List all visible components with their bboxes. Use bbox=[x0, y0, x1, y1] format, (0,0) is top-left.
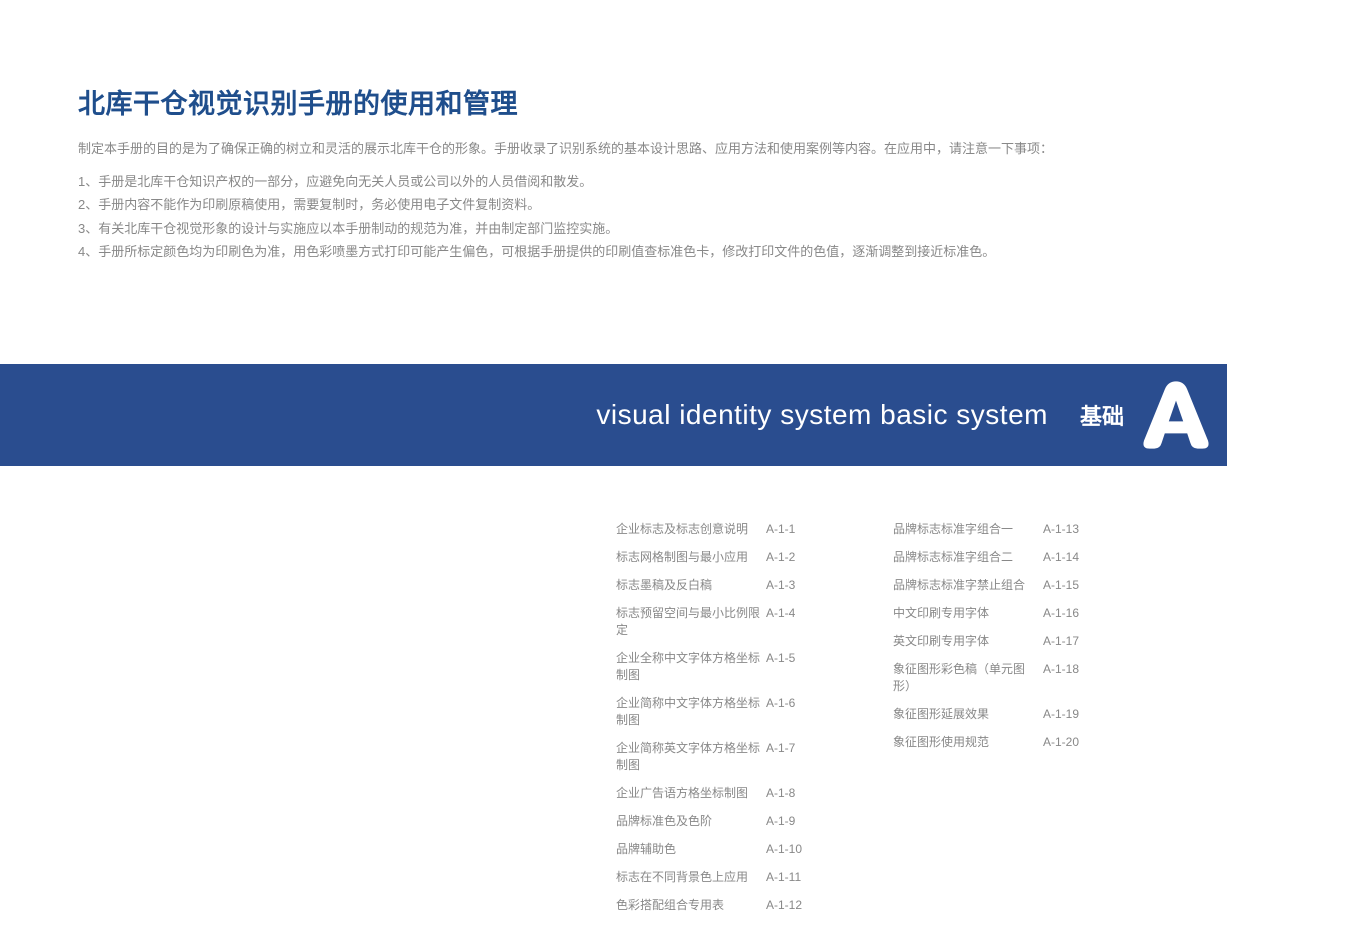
toc-label: 品牌标志标准字禁止组合 bbox=[893, 576, 1043, 593]
toc-column-2: 品牌标志标准字组合一A-1-13品牌标志标准字组合二A-1-14品牌标志标准字禁… bbox=[893, 520, 1098, 913]
toc-code: A-1-1 bbox=[766, 522, 821, 536]
toc-code: A-1-19 bbox=[1043, 707, 1098, 721]
toc-row: 品牌辅助色A-1-10 bbox=[616, 840, 821, 857]
toc-row: 标志在不同背景色上应用A-1-11 bbox=[616, 868, 821, 885]
toc-code: A-1-4 bbox=[766, 606, 821, 620]
toc-label: 中文印刷专用字体 bbox=[893, 604, 1043, 621]
toc-label: 标志墨稿及反白稿 bbox=[616, 576, 766, 593]
toc-label: 标志网格制图与最小应用 bbox=[616, 548, 766, 565]
toc-row: 标志墨稿及反白稿A-1-3 bbox=[616, 576, 821, 593]
toc-code: A-1-20 bbox=[1043, 735, 1098, 749]
toc-label: 企业全称中文字体方格坐标制图 bbox=[616, 649, 766, 683]
toc-label: 品牌标准色及色阶 bbox=[616, 812, 766, 829]
toc-label: 英文印刷专用字体 bbox=[893, 632, 1043, 649]
toc-code: A-1-17 bbox=[1043, 634, 1098, 648]
toc-label: 标志在不同背景色上应用 bbox=[616, 868, 766, 885]
toc-label: 企业简称中文字体方格坐标制图 bbox=[616, 694, 766, 728]
toc-label: 象征图形彩色稿（单元图形） bbox=[893, 660, 1043, 694]
toc-row: 象征图形延展效果A-1-19 bbox=[893, 705, 1098, 722]
toc-code: A-1-14 bbox=[1043, 550, 1098, 564]
header-section: 北库干仓视觉识别手册的使用和管理 制定本手册的目的是为了确保正确的树立和灵活的展… bbox=[0, 0, 1366, 263]
page-title: 北库干仓视觉识别手册的使用和管理 bbox=[78, 82, 1288, 121]
rule-item: 2、手册内容不能作为印刷原稿使用，需要复制时，务必使用电子文件复制资料。 bbox=[78, 193, 1288, 216]
toc-row: 企业广告语方格坐标制图A-1-8 bbox=[616, 784, 821, 801]
toc-row: 象征图形彩色稿（单元图形）A-1-18 bbox=[893, 660, 1098, 694]
intro-text: 制定本手册的目的是为了确保正确的树立和灵活的展示北库干仓的形象。手册收录了识别系… bbox=[78, 139, 1288, 160]
toc-code: A-1-13 bbox=[1043, 522, 1098, 536]
toc-row: 色彩搭配组合专用表A-1-12 bbox=[616, 896, 821, 913]
rules-list: 1、手册是北库干仓知识产权的一部分，应避免向无关人员或公司以外的人员借阅和散发。… bbox=[78, 170, 1288, 264]
toc-code: A-1-12 bbox=[766, 898, 821, 912]
rule-item: 1、手册是北库干仓知识产权的一部分，应避免向无关人员或公司以外的人员借阅和散发。 bbox=[78, 170, 1288, 193]
toc-label: 企业广告语方格坐标制图 bbox=[616, 784, 766, 801]
toc-code: A-1-10 bbox=[766, 842, 821, 856]
toc-label: 标志预留空间与最小比例限定 bbox=[616, 604, 766, 638]
rule-item: 3、有关北库干仓视觉形象的设计与实施应以本手册制动的规范为准，并由制定部门监控实… bbox=[78, 217, 1288, 240]
rule-item: 4、手册所标定颜色均为印刷色为准，用色彩喷墨方式打印可能产生偏色，可根据手册提供… bbox=[78, 240, 1288, 263]
toc-code: A-1-6 bbox=[766, 696, 821, 710]
toc-label: 色彩搭配组合专用表 bbox=[616, 896, 766, 913]
toc-row: 品牌标志标准字组合一A-1-13 bbox=[893, 520, 1098, 537]
toc-row: 象征图形使用规范A-1-20 bbox=[893, 733, 1098, 750]
toc-label: 品牌标志标准字组合二 bbox=[893, 548, 1043, 565]
toc-code: A-1-2 bbox=[766, 550, 821, 564]
toc-label: 企业简称英文字体方格坐标制图 bbox=[616, 739, 766, 773]
toc-code: A-1-5 bbox=[766, 651, 821, 665]
toc-code: A-1-18 bbox=[1043, 662, 1098, 676]
toc-label: 品牌辅助色 bbox=[616, 840, 766, 857]
letter-a-icon bbox=[1136, 375, 1216, 455]
section-banner: visual identity system basic system 基础系统 bbox=[0, 364, 1208, 466]
toc-code: A-1-8 bbox=[766, 786, 821, 800]
toc-label: 象征图形使用规范 bbox=[893, 733, 1043, 750]
toc-code: A-1-9 bbox=[766, 814, 821, 828]
banner-english: visual identity system basic system bbox=[596, 399, 1048, 431]
toc-row: 品牌标准色及色阶A-1-9 bbox=[616, 812, 821, 829]
toc-code: A-1-15 bbox=[1043, 578, 1098, 592]
document-page: 北库干仓视觉识别手册的使用和管理 制定本手册的目的是为了确保正确的树立和灵活的展… bbox=[0, 0, 1366, 927]
toc-code: A-1-7 bbox=[766, 741, 821, 755]
toc-label: 企业标志及标志创意说明 bbox=[616, 520, 766, 537]
toc-row: 英文印刷专用字体A-1-17 bbox=[893, 632, 1098, 649]
section-letter-box bbox=[1125, 364, 1227, 466]
toc-code: A-1-3 bbox=[766, 578, 821, 592]
toc-row: 企业简称英文字体方格坐标制图A-1-7 bbox=[616, 739, 821, 773]
toc-row: 品牌标志标准字组合二A-1-14 bbox=[893, 548, 1098, 565]
toc-code: A-1-16 bbox=[1043, 606, 1098, 620]
toc-row: 企业全称中文字体方格坐标制图A-1-5 bbox=[616, 649, 821, 683]
toc-row: 企业简称中文字体方格坐标制图A-1-6 bbox=[616, 694, 821, 728]
toc-row: 标志网格制图与最小应用A-1-2 bbox=[616, 548, 821, 565]
toc-row: 标志预留空间与最小比例限定A-1-4 bbox=[616, 604, 821, 638]
toc-code: A-1-11 bbox=[766, 870, 821, 884]
toc-row: 企业标志及标志创意说明A-1-1 bbox=[616, 520, 821, 537]
table-of-contents: 企业标志及标志创意说明A-1-1标志网格制图与最小应用A-1-2标志墨稿及反白稿… bbox=[616, 520, 1098, 913]
toc-row: 中文印刷专用字体A-1-16 bbox=[893, 604, 1098, 621]
toc-label: 品牌标志标准字组合一 bbox=[893, 520, 1043, 537]
toc-label: 象征图形延展效果 bbox=[893, 705, 1043, 722]
toc-row: 品牌标志标准字禁止组合A-1-15 bbox=[893, 576, 1098, 593]
toc-column-1: 企业标志及标志创意说明A-1-1标志网格制图与最小应用A-1-2标志墨稿及反白稿… bbox=[616, 520, 821, 913]
